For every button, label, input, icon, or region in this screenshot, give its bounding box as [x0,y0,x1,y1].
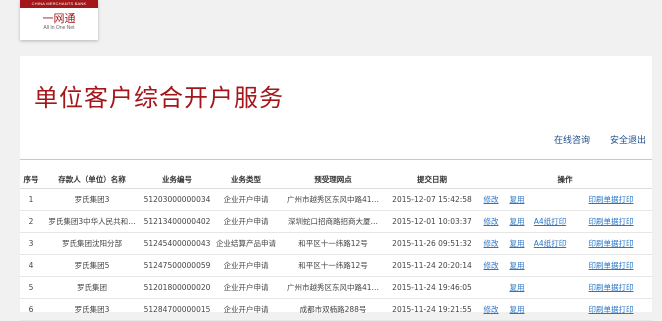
row-name: 罗氏集团3 [42,298,142,321]
divider [20,159,652,160]
col-header-date: 提交日期 [386,170,478,189]
row-no: 5 [20,276,42,299]
row-name: 罗氏集团3中华人民共和… [42,210,142,233]
reuse-link[interactable]: 复用 [510,239,525,248]
a4-print-link[interactable]: A4纸打印 [534,239,566,248]
row-type: 企业开户申请 [212,210,280,233]
row-type: 企业结算产品申请 [212,232,280,255]
row-date: 2015-11-24 19:46:05 [386,276,478,299]
col-header-type: 业务类型 [212,170,280,189]
row-name: 罗氏集团3 [42,188,142,211]
row-name: 罗氏集团5 [42,254,142,277]
col-header-actions: 操作 [478,170,652,189]
row-no: 3 [20,232,42,255]
row-biz-no: 51213400000402 [142,210,212,233]
reuse-link[interactable]: 复用 [510,283,525,292]
row-date: 2015-11-24 20:20:14 [386,254,478,277]
application-table: 序号 存款人（单位）名称 业务编号 业务类型 预受理网点 提交日期 操作 1 罗… [20,170,652,321]
table-row: 5 罗氏集团 51201800000020 企业开户申请 广州市越秀区东风中路4… [20,276,652,299]
row-branch: 和平区十一纬路12号 [280,232,386,255]
table-row: 6 罗氏集团3 51284700000015 企业开户申请 成都市双楠路288号… [20,298,652,321]
row-date: 2015-11-26 09:51:32 [386,232,478,255]
row-biz-no: 51201800000020 [142,276,212,299]
col-header-name: 存款人（单位）名称 [42,170,142,189]
row-type: 企业开户申请 [212,276,280,299]
page-title: 单位客户综合开户服务 [34,84,284,112]
row-branch: 成都市双楠路288号 [280,298,386,321]
form-print-link[interactable]: 印刷单据打印 [589,217,634,226]
row-biz-no: 51245400000043 [142,232,212,255]
form-print-link[interactable]: 印刷单据打印 [589,239,634,248]
row-branch: 深圳蛇口招商路招商大厦… [280,210,386,233]
table-header-row: 序号 存款人（单位）名称 业务编号 业务类型 预受理网点 提交日期 操作 [20,170,652,189]
logo-name-en: All In One Net [43,25,75,31]
row-date: 2015-12-07 15:42:58 [386,188,478,211]
reuse-link[interactable]: 复用 [510,195,525,204]
row-date: 2015-12-01 10:03:37 [386,210,478,233]
row-branch: 广州市越秀区东风中路41… [280,188,386,211]
form-print-link[interactable]: 印刷单据打印 [589,195,634,204]
row-type: 企业开户申请 [212,188,280,211]
main-panel: 单位客户综合开户服务 在线咨询 安全退出 序号 存款人（单位）名称 业务编号 业… [20,56,652,321]
reuse-link[interactable]: 复用 [510,217,525,226]
row-branch: 广州市越秀区东风中路41… [280,276,386,299]
row-name: 罗氏集团沈阳分部 [42,232,142,255]
col-header-biz-no: 业务编号 [142,170,212,189]
table-row: 4 罗氏集团5 51247500000059 企业开户申请 和平区十一纬路12号… [20,254,652,277]
edit-link[interactable]: 修改 [484,305,499,314]
col-header-branch: 预受理网点 [280,170,386,189]
edit-link[interactable]: 修改 [484,261,499,270]
edit-link[interactable]: 修改 [484,239,499,248]
reuse-link[interactable]: 复用 [510,261,525,270]
logo-bank-name-en: CHINA MERCHANTS BANK [20,0,98,8]
row-no: 2 [20,210,42,233]
form-print-link[interactable]: 印刷单据打印 [589,261,634,270]
secure-logout-link[interactable]: 安全退出 [610,133,646,146]
row-no: 6 [20,298,42,321]
reuse-link[interactable]: 复用 [510,305,525,314]
row-biz-no: 51284700000015 [142,298,212,321]
row-biz-no: 51203000000034 [142,188,212,211]
row-no: 4 [20,254,42,277]
table-row: 2 罗氏集团3中华人民共和… 51213400000402 企业开户申请 深圳蛇… [20,210,652,233]
bank-logo: CHINA MERCHANTS BANK 一网通 All In One Net [20,0,98,40]
online-consult-link[interactable]: 在线咨询 [554,133,590,146]
form-print-link[interactable]: 印刷单据打印 [589,283,634,292]
row-type: 企业开户申请 [212,298,280,321]
row-date: 2015-11-24 19:21:55 [386,298,478,321]
row-no: 1 [20,188,42,211]
col-header-no: 序号 [20,170,42,189]
edit-link[interactable]: 修改 [484,195,499,204]
edit-link[interactable]: 修改 [484,217,499,226]
table-row: 1 罗氏集团3 51203000000034 企业开户申请 广州市越秀区东风中路… [20,188,652,211]
logo-name-cn: 一网通 [42,12,76,25]
a4-print-link[interactable]: A4纸打印 [534,217,566,226]
row-type: 企业开户申请 [212,254,280,277]
row-branch: 和平区十一纬路12号 [280,254,386,277]
table-row: 3 罗氏集团沈阳分部 51245400000043 企业结算产品申请 和平区十一… [20,232,652,255]
form-print-link[interactable]: 印刷单据打印 [589,305,634,314]
row-biz-no: 51247500000059 [142,254,212,277]
row-name: 罗氏集团 [42,276,142,299]
